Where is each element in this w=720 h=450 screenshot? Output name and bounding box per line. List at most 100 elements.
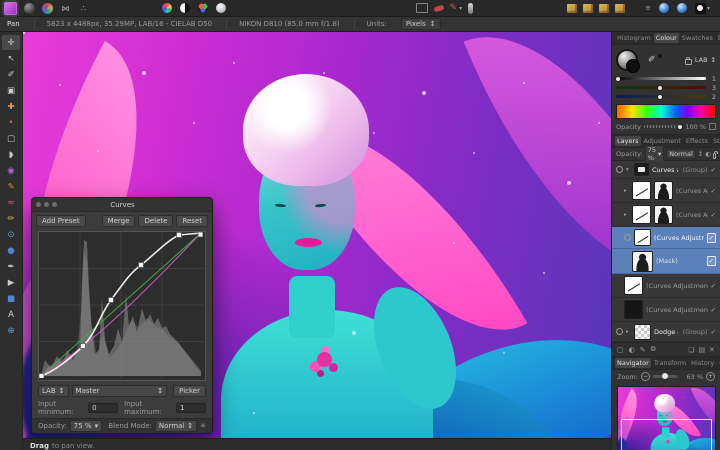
view-tool[interactable]: ✛ bbox=[2, 35, 20, 50]
visibility-toggle[interactable] bbox=[616, 166, 623, 173]
layer-check[interactable]: ✓ bbox=[711, 328, 716, 336]
mask-thumbnail[interactable] bbox=[654, 205, 673, 224]
adjustment-thumbnail[interactable] bbox=[632, 205, 651, 224]
dodge-burn-tool[interactable]: ✏ bbox=[2, 211, 20, 226]
expander-icon[interactable]: ▾ bbox=[626, 167, 631, 173]
expander-icon[interactable]: ▸ bbox=[626, 329, 631, 335]
chevron-down-icon[interactable]: ▾ bbox=[459, 5, 462, 12]
tab-swatches[interactable]: Swatches bbox=[680, 33, 715, 43]
reset-button[interactable]: Reset bbox=[176, 215, 208, 227]
sharpen-tool[interactable]: ⊙ bbox=[2, 227, 20, 242]
new-group-icon[interactable]: ❏ bbox=[688, 346, 694, 354]
lock-layer-icon[interactable] bbox=[713, 153, 716, 159]
layer-check[interactable]: ✓ bbox=[711, 211, 716, 219]
expander-icon[interactable]: ▸ bbox=[624, 212, 629, 218]
layer-check[interactable]: ✓ bbox=[711, 306, 716, 314]
zoom-out-icon[interactable]: − bbox=[641, 372, 650, 381]
text-tool[interactable]: A bbox=[2, 307, 20, 322]
input-max-field[interactable]: 1 bbox=[176, 403, 206, 413]
colour-model-dropdown[interactable]: LAB↕ bbox=[38, 385, 69, 397]
healing-brush-tool[interactable]: ✚ bbox=[2, 99, 20, 114]
auto-white-balance-icon[interactable] bbox=[216, 3, 226, 13]
slice-icon[interactable] bbox=[468, 3, 473, 14]
live-filter-icon[interactable]: ✎ bbox=[640, 346, 646, 354]
navigator-thumbnail-slot[interactable] bbox=[617, 386, 716, 450]
smudge-tool[interactable]: ≈ bbox=[2, 195, 20, 210]
layer-check[interactable]: ✓ bbox=[711, 282, 716, 290]
group-thumbnail[interactable] bbox=[634, 163, 649, 176]
layer-check[interactable]: ✓ bbox=[707, 256, 716, 266]
quick-mask-brush-icon[interactable]: ✎ bbox=[450, 3, 458, 13]
input-min-field[interactable]: 0 bbox=[88, 403, 118, 413]
adjustment-thumbnail[interactable] bbox=[632, 181, 651, 200]
zoom-tool[interactable]: ⊕ bbox=[2, 323, 20, 338]
blemish-removal-tool[interactable]: • bbox=[2, 115, 20, 130]
tab-brushes[interactable]: Brushes bbox=[716, 33, 720, 43]
layer-row[interactable]: ▸ (Curves Adjustm.. ✓ bbox=[612, 179, 720, 203]
secondary-colour-well[interactable] bbox=[626, 59, 640, 73]
tab-history[interactable]: History bbox=[689, 358, 716, 368]
arrange-group-icon[interactable] bbox=[567, 4, 577, 13]
document-canvas[interactable]: Curves Add Preset Merge Delete Reset bbox=[23, 32, 611, 438]
eyedropper-icon[interactable]: ✐ bbox=[648, 55, 656, 65]
layer-row[interactable]: (Curves Adjustment) ✓ bbox=[612, 274, 720, 298]
chevron-down-icon[interactable]: ▾ bbox=[707, 5, 710, 12]
colour-swatch-icon[interactable] bbox=[695, 3, 706, 14]
layer-check[interactable]: ✓ bbox=[711, 187, 716, 195]
units-dropdown[interactable]: Pixels ↕ bbox=[401, 18, 441, 30]
delete-button[interactable]: Delete bbox=[138, 215, 173, 227]
move-forward-icon[interactable] bbox=[599, 4, 609, 13]
colour-picker-tool[interactable]: ✐ bbox=[2, 67, 20, 82]
layer-row-group[interactable]: ▸ Dodge & burn (Group) ✓ bbox=[612, 322, 720, 342]
layer-row[interactable]: (Curves Adjustment) ✓ bbox=[612, 298, 720, 322]
tab-colour[interactable]: Colour bbox=[654, 33, 679, 43]
new-layer-icon[interactable]: ▤ bbox=[699, 346, 706, 354]
tab-histogram[interactable]: Histogram bbox=[615, 33, 653, 43]
merge-button[interactable]: Merge bbox=[102, 215, 136, 227]
open-document-icon[interactable] bbox=[24, 3, 35, 14]
close-button[interactable] bbox=[36, 202, 41, 207]
blend-options-icon[interactable]: ◐ bbox=[705, 150, 711, 158]
refine-selection-icon[interactable] bbox=[433, 4, 444, 12]
delete-layer-icon[interactable]: ✕ bbox=[709, 346, 715, 354]
zoom-slider-handle[interactable] bbox=[662, 373, 668, 379]
add-preset-button[interactable]: Add Preset bbox=[36, 215, 86, 227]
move-tool[interactable]: ↖ bbox=[2, 51, 20, 66]
auto-colour-icon[interactable] bbox=[198, 3, 208, 13]
spectrum-bar[interactable] bbox=[616, 104, 716, 119]
erase-tool[interactable]: ✒ bbox=[2, 259, 20, 274]
blend-mode-dropdown[interactable]: Normal bbox=[666, 149, 696, 159]
adjustment-thumbnail[interactable] bbox=[624, 300, 643, 319]
zoom-slider[interactable] bbox=[653, 375, 677, 378]
blend-mode-dropdown[interactable]: Normal↕ bbox=[155, 420, 197, 432]
auto-levels-icon[interactable] bbox=[162, 3, 172, 13]
layer-check[interactable]: ✓ bbox=[711, 166, 716, 174]
curves-dialog-titlebar[interactable]: Curves bbox=[32, 198, 212, 212]
b-channel-slider[interactable]: 2 bbox=[616, 92, 716, 101]
colour-opacity-slider[interactable] bbox=[644, 125, 682, 128]
zoom-in-icon[interactable]: + bbox=[706, 372, 715, 381]
mask-thumbnail[interactable] bbox=[632, 251, 653, 272]
pixel-alignment-icon[interactable] bbox=[677, 3, 687, 13]
move-back-icon[interactable] bbox=[615, 4, 625, 13]
layer-check[interactable]: ✓ bbox=[707, 233, 716, 243]
crop-tool[interactable]: ▣ bbox=[2, 83, 20, 98]
layer-row-group[interactable]: ▾ Curves adjustments (Group) ✓ bbox=[612, 161, 720, 179]
node-tool[interactable]: ▶ bbox=[2, 275, 20, 290]
group-thumbnail[interactable] bbox=[634, 324, 651, 340]
paint-brush-tool[interactable]: ✎ bbox=[2, 179, 20, 194]
window-buttons[interactable] bbox=[36, 202, 57, 207]
opacity-dropdown[interactable]: 75 %▾ bbox=[70, 420, 102, 432]
tab-navigator[interactable]: Navigator bbox=[615, 358, 651, 368]
expander-icon[interactable]: ▸ bbox=[624, 188, 629, 194]
affinity-photo-app-icon[interactable] bbox=[4, 2, 17, 15]
marquee-tool[interactable]: ▢ bbox=[2, 131, 20, 146]
navigator-view-rectangle[interactable] bbox=[621, 419, 712, 450]
tab-styles[interactable]: Styles bbox=[711, 136, 720, 146]
minimize-button[interactable] bbox=[44, 202, 49, 207]
layer-row[interactable]: ▸ (Curves Adjustm.. ✓ bbox=[612, 203, 720, 227]
adjustment-thumbnail[interactable] bbox=[634, 229, 651, 246]
selection-mode-icon[interactable] bbox=[416, 3, 428, 13]
tab-effects[interactable]: Effects bbox=[684, 136, 710, 146]
gear-icon[interactable]: ✳ bbox=[200, 422, 206, 430]
